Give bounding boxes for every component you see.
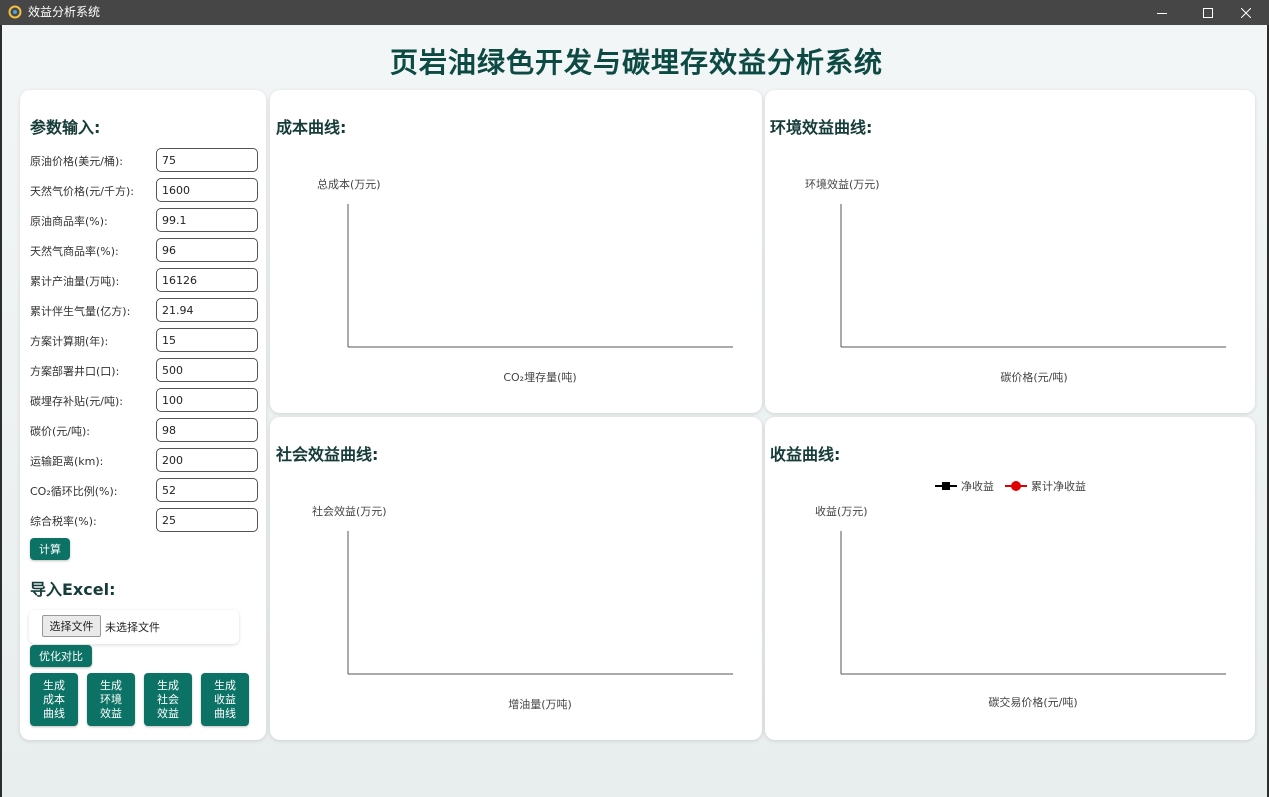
gen-social-benefit-button[interactable]: 生成 社会 效益 <box>144 673 192 726</box>
window-title: 效益分析系统 <box>28 5 101 19</box>
cost-chart-card: 成本曲线: 总成本(万元) CO₂埋存量(吨) <box>270 90 762 413</box>
env-chart-ylabel: 环境效益(万元) <box>805 177 880 191</box>
env-chart-xlabel: 碳价格(元/吨) <box>1000 370 1067 384</box>
param-row: 累计伴生气量(亿方): <box>30 298 260 322</box>
param-label: 碳埋存补贴(元/吨): <box>30 395 123 408</box>
param-input[interactable] <box>156 178 258 202</box>
param-panel-title: 参数输入: <box>30 118 101 137</box>
legend-cumulative-label: 累计净收益 <box>1031 479 1086 493</box>
param-label: 运输距离(km): <box>30 455 104 468</box>
param-input[interactable] <box>156 238 258 262</box>
param-label: 原油商品率(%): <box>30 215 108 228</box>
param-row: 原油商品率(%): <box>30 208 260 232</box>
gen-button-line: 社会 <box>157 692 179 706</box>
revenue-chart: 净收益 累计净收益 收益(万元) 碳交易价格(元/吨) <box>815 479 1226 709</box>
param-row: 天然气商品率(%): <box>30 238 260 262</box>
param-row: 运输距离(km): <box>30 448 260 472</box>
close-icon <box>1241 7 1251 18</box>
param-row: 方案部署井口(口): <box>30 358 260 382</box>
cost-chart: 总成本(万元) CO₂埋存量(吨) <box>317 177 733 384</box>
param-panel: 参数输入: 原油价格(美元/桶): 天然气价格(元/千方): 原油商品率(%): 天然… <box>20 90 266 740</box>
param-input[interactable] <box>156 208 258 232</box>
gen-button-line: 收益 <box>214 692 236 706</box>
minimize-icon <box>1157 12 1167 14</box>
choose-file-button[interactable]: 选择文件 <box>42 615 101 637</box>
page-title: 页岩油绿色开发与碳埋存效益分析系统 <box>389 46 883 79</box>
app-icon <box>8 5 22 19</box>
param-input[interactable] <box>156 418 258 442</box>
gen-button-line: 环境 <box>100 692 122 706</box>
social-chart-card: 社会效益曲线: 社会效益(万元) 增油量(万吨) <box>270 417 762 740</box>
social-chart: 社会效益(万元) 增油量(万吨) <box>312 504 733 711</box>
param-input[interactable] <box>156 358 258 382</box>
param-label: 累计产油量(万吨): <box>30 275 120 288</box>
param-row: 碳埋存补贴(元/吨): <box>30 388 260 412</box>
legend-net-marker <box>942 482 950 490</box>
cost-chart-ylabel: 总成本(万元) <box>317 177 381 191</box>
param-row: 综合税率(%): <box>30 508 260 532</box>
legend-cumulative-marker <box>1011 481 1021 491</box>
env-chart-card: 环境效益曲线: 环境效益(万元) 碳价格(元/吨) <box>765 90 1255 413</box>
file-status: 未选择文件 <box>105 621 160 634</box>
legend-net-label: 净收益 <box>961 479 994 493</box>
gen-button-line: 生成 <box>214 678 236 692</box>
close-button[interactable] <box>1223 0 1269 25</box>
param-input[interactable] <box>156 268 258 292</box>
maximize-icon <box>1203 7 1213 18</box>
gen-revenue-curve-button[interactable]: 生成 收益 曲线 <box>201 673 249 726</box>
revenue-chart-legend: 净收益 累计净收益 <box>935 479 1086 493</box>
param-label: 方案计算期(年): <box>30 335 109 348</box>
gen-button-line: 生成 <box>43 678 65 692</box>
param-input[interactable] <box>156 298 258 322</box>
param-label: 累计伴生气量(亿方): <box>30 305 131 318</box>
param-input[interactable] <box>156 328 258 352</box>
param-input[interactable] <box>156 508 258 532</box>
gen-button-line: 生成 <box>100 678 122 692</box>
excel-section-title: 导入Excel: <box>30 580 116 599</box>
param-row: 方案计算期(年): <box>30 328 260 352</box>
gen-cost-curve-button[interactable]: 生成 成本 曲线 <box>30 673 78 726</box>
window-titlebar: 效益分析系统 <box>0 0 1269 25</box>
env-chart: 环境效益(万元) 碳价格(元/吨) <box>805 177 1226 384</box>
gen-button-line: 曲线 <box>214 706 236 720</box>
optimize-compare-button[interactable]: 优化对比 <box>30 645 92 667</box>
param-row: 碳价(元/吨): <box>30 418 260 442</box>
param-label: 原油价格(美元/桶): <box>30 155 123 168</box>
gen-button-line: 效益 <box>100 706 122 720</box>
param-label: 天然气商品率(%): <box>30 245 119 258</box>
window-content: 页岩油绿色开发与碳埋存效益分析系统 参数输入: 原油价格(美元/桶): 天然气价格… <box>0 25 1269 797</box>
param-input[interactable] <box>156 148 258 172</box>
param-row: CO₂循环比例(%): <box>30 478 260 502</box>
social-chart-ylabel: 社会效益(万元) <box>312 504 387 518</box>
cost-chart-xlabel: CO₂埋存量(吨) <box>503 370 576 384</box>
revenue-chart-card: 收益曲线: 净收益 累计净收益 收益(万元) 碳交易价格(元/吨) <box>765 417 1255 740</box>
param-row: 累计产油量(万吨): <box>30 268 260 292</box>
param-input[interactable] <box>156 388 258 412</box>
gen-button-line: 生成 <box>157 678 179 692</box>
param-label: CO₂循环比例(%): <box>30 485 118 498</box>
social-chart-xlabel: 增油量(万吨) <box>508 697 572 711</box>
calc-button[interactable]: 计算 <box>30 538 70 560</box>
param-label: 综合税率(%): <box>30 515 97 528</box>
param-row: 原油价格(美元/桶): <box>30 148 260 172</box>
param-label: 碳价(元/吨): <box>30 425 90 438</box>
gen-button-line: 成本 <box>43 692 65 706</box>
gen-button-line: 效益 <box>157 706 179 720</box>
minimize-button[interactable] <box>1139 0 1185 25</box>
param-input[interactable] <box>156 448 258 472</box>
revenue-chart-ylabel: 收益(万元) <box>815 504 868 518</box>
param-row: 天然气价格(元/千方): <box>30 178 260 202</box>
param-label: 天然气价格(元/千方): <box>30 185 134 198</box>
param-label: 方案部署井口(口): <box>30 365 120 378</box>
file-picker: 选择文件 未选择文件 <box>29 610 239 644</box>
revenue-chart-xlabel: 碳交易价格(元/吨) <box>988 695 1077 709</box>
gen-env-benefit-button[interactable]: 生成 环境 效益 <box>87 673 135 726</box>
gen-button-line: 曲线 <box>43 706 65 720</box>
param-input[interactable] <box>156 478 258 502</box>
